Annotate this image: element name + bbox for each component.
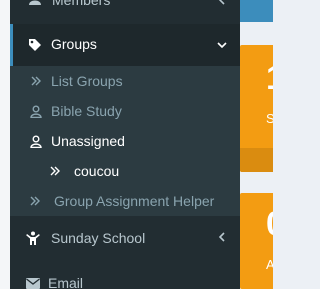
sidebar-item-members[interactable]: Members [10,0,240,14]
left-edge-strip [0,0,10,289]
user-outline-icon [29,104,43,118]
submenu-item-unassigned[interactable]: Unassigned [10,126,240,156]
user-outline-icon [29,134,43,148]
sidebar-item-sunday-school[interactable]: Sunday School [10,218,240,258]
sidebar: Members Groups List Groups Bible Study U… [10,0,240,289]
submenu-item-group-assignment-helper[interactable]: Group Assignment Helper [10,186,240,216]
double-chevron-right-icon [29,74,43,88]
app-frame: Members Groups List Groups Bible Study U… [0,0,273,289]
submenu-item-label: List Groups [51,73,123,89]
double-chevron-right-icon [28,194,42,208]
chevron-left-icon [218,0,225,5]
chevron-left-icon [218,232,225,242]
stat-caption: A [266,257,273,272]
submenu-item-label: Bible Study [51,103,122,119]
envelope-icon [26,276,40,289]
sidebar-item-label: Sunday School [51,230,146,246]
double-chevron-right-icon [48,164,62,178]
submenu-item-label: Unassigned [51,133,125,149]
stat-number: 1 [266,59,273,98]
child-icon [26,231,40,245]
submenu-item-coucou[interactable]: coucou [10,156,240,186]
submenu-item-bible-study[interactable]: Bible Study [10,96,240,126]
sidebar-item-email[interactable]: Email [10,268,240,289]
submenu-item-label: Group Assignment Helper [54,193,215,209]
sidebar-item-groups[interactable]: Groups [10,24,240,66]
stat-box-1: 1 S [240,45,273,172]
stat-number: 0 [266,205,273,244]
submenu-item-list-groups[interactable]: List Groups [10,66,240,96]
stat-box-footer[interactable] [240,148,273,172]
sidebar-item-label: Email [48,275,84,289]
chevron-down-icon [217,42,227,49]
stat-box-2: 0 A [240,193,273,289]
user-icon [28,0,42,5]
main-content: 1 S 0 A [240,0,273,289]
top-info-box [240,0,273,22]
submenu-item-label: coucou [74,163,120,179]
tag-icon [28,38,42,52]
sidebar-item-label: Groups [51,36,97,52]
sidebar-item-label: Members [52,0,111,8]
stat-caption: S [266,111,273,126]
